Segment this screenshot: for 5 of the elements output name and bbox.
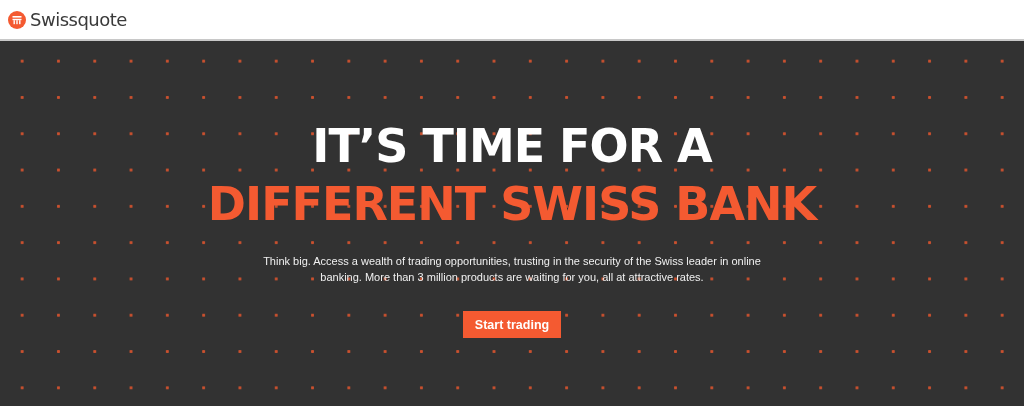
headline: DIFFERENT SWISS BANK [207, 176, 817, 233]
headline: IT’S TIME FOR A [312, 118, 712, 175]
logo-icon [8, 10, 26, 29]
brand-name[interactable]: Swissquote [30, 9, 127, 30]
hero-description: Think big. Access a wealth of trading opportunities, trusting in the security of the Swiss leader in online banking. More than 3 million products are waiting for you, all at attractive rates. [262, 254, 762, 285]
